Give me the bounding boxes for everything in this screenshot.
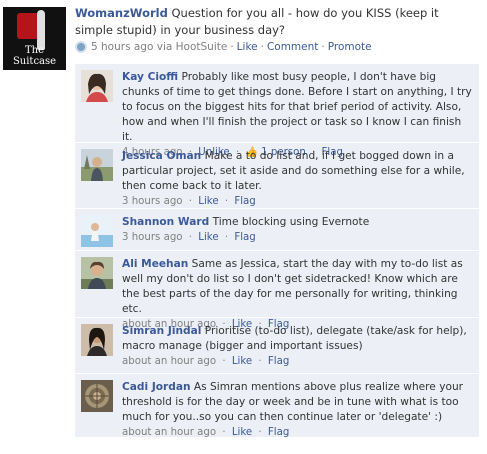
avatar-photo-icon	[81, 70, 113, 102]
like-post-button[interactable]: Like	[237, 41, 258, 53]
commenter-name[interactable]: Shannon Ward	[122, 216, 209, 228]
comment-content: Kay Cioffi Probably like most busy peopl…	[122, 70, 473, 160]
comment-content: Simran Jindal Prioritise (to-do list), d…	[122, 324, 473, 369]
comment-content: Cadi Jordan As Simran mentions above plu…	[122, 380, 473, 440]
flag-button[interactable]: Flag	[234, 232, 255, 243]
avatar-photo-icon	[81, 324, 113, 356]
avatar-photo-icon	[81, 257, 113, 289]
comment-meta: 3 hours ago · Like · Flag	[122, 194, 473, 209]
post-message: WomanzWorld Question for you all - how d…	[75, 5, 480, 39]
comment-item: Shannon Ward Time blocking using Evernot…	[75, 209, 479, 251]
separator-dot: ·	[258, 427, 262, 438]
separator-dot: ·	[260, 41, 264, 53]
commenter-avatar[interactable]	[81, 215, 113, 247]
commenter-name[interactable]: Simran Jindal	[122, 325, 201, 337]
comment-text: Time blocking using Evernote	[212, 216, 370, 228]
separator-dot: ·	[224, 196, 229, 207]
avatar-logo-text: The Suitcase	[12, 45, 57, 67]
page-name-link[interactable]: WomanzWorld	[75, 6, 168, 20]
flag-button[interactable]: Flag	[234, 196, 255, 207]
figure-icon	[37, 10, 45, 50]
separator-dot: ·	[222, 427, 226, 438]
page-avatar[interactable]: The Suitcase	[3, 7, 66, 70]
promote-button[interactable]: Promote	[328, 41, 372, 53]
comment-item: Cadi Jordan As Simran mentions above plu…	[75, 374, 479, 438]
suitcase-icon	[17, 13, 39, 39]
like-button[interactable]: Like	[232, 427, 252, 438]
comment-item: Kay Cioffi Probably like most busy peopl…	[75, 64, 479, 158]
flag-button[interactable]: Flag	[268, 356, 289, 367]
commenter-name[interactable]: Ali Meehan	[122, 258, 188, 270]
avatar-photo-icon	[81, 380, 113, 412]
commenter-avatar[interactable]	[81, 324, 113, 356]
comment-meta: 3 hours ago · Like · Flag	[122, 230, 473, 245]
like-button[interactable]: Like	[232, 356, 252, 367]
comment-button[interactable]: Comment	[267, 41, 318, 53]
separator-dot: ·	[321, 41, 325, 53]
comment-time: about an hour ago	[122, 427, 217, 438]
like-button[interactable]: Like	[198, 196, 218, 207]
comment-item: Simran Jindal Prioritise (to-do list), d…	[75, 318, 479, 374]
separator-dot: ·	[258, 356, 262, 367]
comment-item: Ali Meehan Same as Jessica, start the da…	[75, 251, 479, 330]
commenter-avatar[interactable]	[81, 149, 113, 181]
separator-dot: ·	[224, 232, 229, 243]
commenter-avatar[interactable]	[81, 380, 113, 412]
comment-content: Jessica Oman Make a to do list and, if I…	[122, 149, 473, 209]
separator-dot: ·	[222, 356, 226, 367]
comment-content: Shannon Ward Time blocking using Evernot…	[122, 215, 473, 245]
like-button[interactable]: Like	[198, 232, 218, 243]
separator-dot: ·	[230, 41, 234, 53]
commenter-name[interactable]: Cadi Jordan	[122, 381, 191, 393]
commenter-name[interactable]: Jessica Oman	[122, 150, 201, 162]
commenter-name[interactable]: Kay Cioffi	[122, 71, 178, 83]
comment-content: Ali Meehan Same as Jessica, start the da…	[122, 257, 473, 332]
comment-meta: about an hour ago · Like · Flag	[122, 354, 473, 369]
post-time: 5 hours ago via HootSuite	[91, 41, 228, 53]
flag-button[interactable]: Flag	[268, 427, 289, 438]
feed-post: The Suitcase WomanzWorld Question for yo…	[0, 0, 487, 454]
comment-list: Kay Cioffi Probably like most busy peopl…	[75, 64, 479, 438]
app-icon	[75, 41, 87, 53]
separator-dot: ·	[188, 232, 193, 243]
post-meta: 5 hours ago via HootSuite · Like · Comme…	[75, 41, 480, 53]
comment-time: 3 hours ago	[122, 196, 183, 207]
comment-time: 3 hours ago	[122, 232, 183, 243]
separator-dot: ·	[188, 196, 193, 207]
comment-meta: about an hour ago · Like · Flag	[122, 425, 473, 440]
avatar-photo-icon	[81, 215, 113, 247]
post-body: WomanzWorld Question for you all - how d…	[75, 5, 480, 53]
commenter-avatar[interactable]	[81, 257, 113, 289]
comment-item: Jessica Oman Make a to do list and, if I…	[75, 143, 479, 209]
avatar-photo-icon	[81, 149, 113, 181]
comment-time: about an hour ago	[122, 356, 217, 367]
commenter-avatar[interactable]	[81, 70, 113, 102]
